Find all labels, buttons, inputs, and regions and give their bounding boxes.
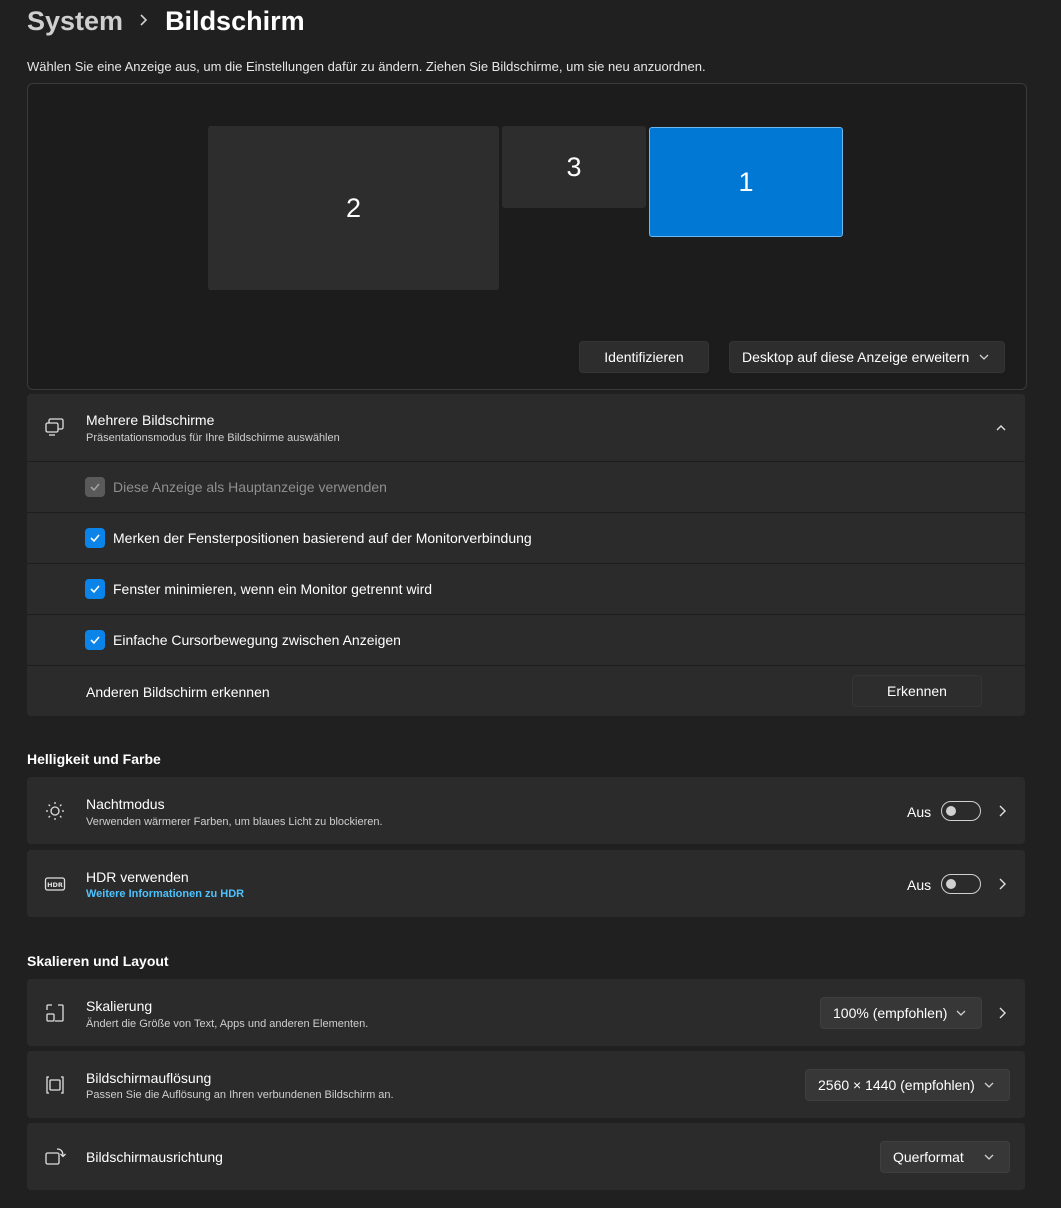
- svg-text:HDR: HDR: [47, 881, 63, 889]
- checkmark-icon: [90, 534, 100, 543]
- checkmark-icon: [90, 636, 100, 645]
- breadcrumb-system[interactable]: System: [27, 6, 123, 37]
- monitor-label: 2: [345, 192, 362, 223]
- brightness-icon: [46, 802, 64, 820]
- chevron-down-icon: [984, 1154, 994, 1160]
- detect-display-label: Anderen Bildschirm erkennen: [86, 684, 270, 700]
- monitor-1[interactable]: 1: [649, 127, 843, 237]
- extend-desktop-label: Desktop auf diese Anzeige erweitern: [742, 349, 970, 365]
- detect-button[interactable]: Erkennen: [852, 675, 982, 707]
- hdr-icon: HDR: [44, 877, 66, 891]
- resolution-dropdown[interactable]: 2560 × 1440 (empfohlen): [805, 1069, 1010, 1101]
- monitor-label: 3: [566, 151, 582, 182]
- scale-icon: [46, 1004, 64, 1022]
- multiple-displays-card: Mehrere Bildschirme Präsentationsmodus f…: [27, 394, 1025, 716]
- arrangement-hint: Wählen Sie eine Anzeige aus, um die Eins…: [27, 59, 706, 74]
- resolution-row: Bildschirmauflösung Passen Sie die Auflö…: [27, 1051, 1025, 1118]
- multiple-displays-subtitle: Präsentationsmodus für Ihre Bildschirme …: [86, 432, 340, 444]
- chevron-down-icon: [979, 354, 989, 360]
- breadcrumb: System Bildschirm: [27, 4, 305, 38]
- page-title: Bildschirm: [165, 5, 305, 36]
- monitor-label: 1: [738, 166, 754, 197]
- orientation-title: Bildschirmausrichtung: [86, 1149, 223, 1165]
- hdr-toggle[interactable]: [941, 874, 981, 894]
- multiple-displays-header[interactable]: Mehrere Bildschirme Präsentationsmodus f…: [27, 394, 1025, 461]
- divider: [27, 461, 1025, 462]
- minimize-windows-checkbox[interactable]: [85, 579, 105, 599]
- divider: [27, 512, 1025, 513]
- chevron-right-icon[interactable]: [995, 1006, 1009, 1020]
- orientation-icon: [45, 1148, 66, 1165]
- brightness-section-title: Helligkeit und Farbe: [27, 751, 161, 767]
- easy-cursor-movement-label[interactable]: Einfache Cursorbewegung zwischen Anzeige…: [113, 632, 401, 648]
- scale-dropdown[interactable]: 100% (empfohlen): [820, 997, 982, 1029]
- monitor-2[interactable]: 2: [208, 126, 499, 290]
- display-arrangement-area[interactable]: 2 3 1 Identifizieren Desktop auf diese A…: [27, 83, 1027, 390]
- hdr-state: Aus: [907, 877, 932, 893]
- chevron-up-icon[interactable]: [994, 421, 1008, 435]
- hdr-info-link[interactable]: Weitere Informationen zu HDR: [86, 888, 244, 900]
- orientation-value: Querformat: [893, 1149, 964, 1165]
- checkmark-icon: [90, 483, 100, 492]
- divider: [27, 563, 1025, 564]
- checkmark-icon: [90, 585, 100, 594]
- identify-button[interactable]: Identifizieren: [579, 341, 709, 373]
- orientation-row: Bildschirmausrichtung Querformat: [27, 1123, 1025, 1190]
- multiple-monitors-icon: [45, 418, 64, 436]
- resolution-title: Bildschirmauflösung: [86, 1070, 212, 1086]
- resolution-subtitle: Passen Sie die Auflösung an Ihren verbun…: [86, 1089, 394, 1101]
- night-mode-title: Nachtmodus: [86, 796, 165, 812]
- hdr-row[interactable]: HDR HDR verwenden Weitere Informationen …: [27, 850, 1025, 917]
- easy-cursor-movement-checkbox[interactable]: [85, 630, 105, 650]
- remember-window-positions-checkbox[interactable]: [85, 528, 105, 548]
- multiple-displays-title: Mehrere Bildschirme: [86, 412, 215, 428]
- monitor-3[interactable]: 3: [502, 126, 646, 208]
- chevron-right-icon: [999, 878, 1006, 890]
- primary-display-label: Diese Anzeige als Hauptanzeige verwenden: [113, 479, 387, 495]
- remember-window-positions-label[interactable]: Merken der Fensterpositionen basierend a…: [113, 530, 532, 546]
- hdr-title: HDR verwenden: [86, 869, 189, 885]
- scale-title: Skalierung: [86, 998, 153, 1014]
- resolution-value: 2560 × 1440 (empfohlen): [818, 1077, 975, 1093]
- orientation-dropdown[interactable]: Querformat: [880, 1141, 1010, 1173]
- night-mode-row[interactable]: Nachtmodus Verwenden wärmerer Farben, um…: [27, 777, 1025, 844]
- scale-subtitle: Ändert die Größe von Text, Apps und ande…: [86, 1018, 369, 1030]
- chevron-right-icon: [999, 805, 1006, 817]
- divider: [27, 665, 1025, 666]
- night-mode-toggle[interactable]: [941, 801, 981, 821]
- layout-section-title: Skalieren und Layout: [27, 953, 169, 969]
- primary-display-checkbox: [85, 477, 105, 497]
- divider: [27, 614, 1025, 615]
- scale-value: 100% (empfohlen): [833, 1005, 948, 1021]
- extend-desktop-dropdown[interactable]: Desktop auf diese Anzeige erweitern: [729, 341, 1005, 373]
- minimize-windows-label[interactable]: Fenster minimieren, wenn ein Monitor get…: [113, 581, 432, 597]
- resolution-icon: [46, 1076, 64, 1094]
- chevron-down-icon: [956, 1010, 966, 1016]
- chevron-down-icon: [984, 1082, 994, 1088]
- night-mode-subtitle: Verwenden wärmerer Farben, um blaues Lic…: [86, 816, 383, 828]
- night-mode-state: Aus: [907, 804, 932, 820]
- scale-row[interactable]: Skalierung Ändert die Größe von Text, Ap…: [27, 979, 1025, 1046]
- breadcrumb-separator-icon: [139, 11, 149, 32]
